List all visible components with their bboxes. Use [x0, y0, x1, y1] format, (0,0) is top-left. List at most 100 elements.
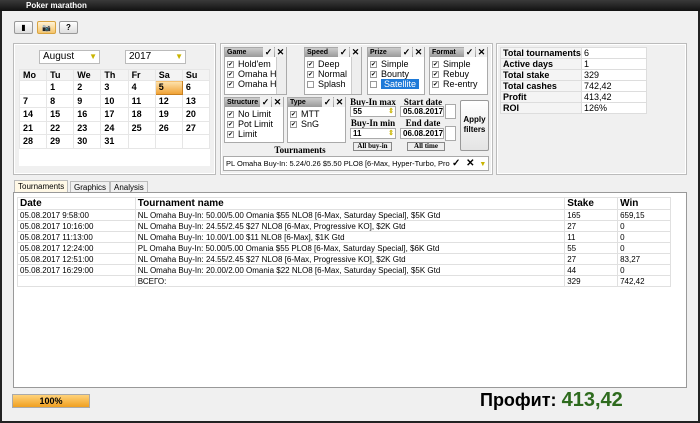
calendar-day[interactable]: 1 [46, 80, 75, 95]
calendar-day[interactable]: 28 [18, 134, 48, 149]
calendar-day[interactable]: 22 [46, 120, 75, 135]
buyin-min-input[interactable]: 11 ⇕ [350, 128, 396, 139]
checkbox[interactable] [307, 81, 314, 89]
checkbox[interactable]: ✔ [227, 121, 234, 129]
checkbox[interactable]: ✔ [227, 81, 234, 89]
structure-option[interactable]: ✔ No Limit [225, 109, 283, 119]
format-option[interactable]: ✔ Rebuy [430, 69, 487, 79]
calendar-day[interactable]: 29 [46, 134, 75, 149]
calendar-day[interactable]: 9 [73, 93, 102, 108]
checkbox[interactable]: ✔ [227, 71, 234, 79]
calendar-day[interactable]: 25 [127, 120, 156, 135]
tournament-combo[interactable]: PL Omaha Buy-In: 5.24/0.26 $5.50 PLO8 [6… [223, 156, 489, 171]
select-all-icon[interactable]: ✓ [260, 97, 271, 107]
calendar-day[interactable]: 11 [127, 93, 156, 108]
column-header[interactable]: Tournament name [134, 197, 566, 210]
calendar-day[interactable]: 26 [154, 120, 183, 135]
prize-option[interactable]: Satellite [368, 79, 424, 89]
clear-all-icon[interactable]: ✕ [275, 47, 286, 57]
select-all-icon[interactable]: ✓ [263, 47, 274, 57]
month-select[interactable]: August ▼ [39, 50, 100, 64]
checkbox[interactable]: ✔ [290, 111, 297, 119]
end-date-picker[interactable] [445, 126, 456, 141]
camera-button[interactable]: 📷 [37, 21, 56, 34]
calendar-day[interactable]: 13 [181, 93, 211, 108]
checkbox[interactable]: ✔ [432, 81, 439, 89]
scrollbar[interactable] [351, 57, 361, 94]
checkbox[interactable]: ✔ [307, 71, 314, 79]
calendar-day[interactable]: 31 [100, 134, 129, 149]
checkbox[interactable]: ✔ [227, 131, 234, 139]
calendar-day[interactable]: 10 [100, 93, 129, 108]
checkbox[interactable]: ✔ [227, 61, 234, 69]
calendar-day[interactable]: 4 [127, 80, 156, 95]
chevron-down-icon[interactable]: ▼ [479, 161, 486, 168]
table-row[interactable]: 05.08.2017 12:24:00 PL Omaha Buy-In: 50.0… [17, 242, 671, 254]
calendar-day[interactable]: 2 [73, 80, 102, 95]
table-row[interactable]: 05.08.2017 9:58:00 NL Omaha Buy-In: 50.00… [17, 209, 671, 221]
format-option[interactable]: ✔ Simple [430, 59, 487, 69]
table-row[interactable]: 05.08.2017 12:51:00 NL Omaha Buy-In: 24.5… [17, 253, 671, 265]
database-button[interactable]: ▮ [14, 21, 33, 34]
select-all-icon[interactable]: ✓ [401, 47, 412, 57]
prize-option[interactable]: ✔ Simple [368, 59, 424, 69]
calendar-day[interactable]: 19 [154, 107, 183, 122]
table-row[interactable]: 05.08.2017 10:16:00 NL Omaha Buy-In: 24.5… [17, 220, 671, 232]
calendar-day[interactable]: 18 [127, 107, 156, 122]
checkbox[interactable]: ✔ [432, 71, 439, 79]
clear-all-icon[interactable]: ✕ [272, 97, 283, 107]
buyin-max-input[interactable]: 55 ⇕ [350, 106, 396, 117]
checkbox[interactable]: ✔ [370, 71, 377, 79]
help-button[interactable]: ? [59, 21, 78, 34]
table-row[interactable]: 05.08.2017 11:13:00 NL Omaha Buy-In: 10.0… [17, 231, 671, 243]
structure-option[interactable]: ✔ Limit [225, 129, 283, 139]
table-row[interactable]: ВСЕГО: 329 742,42 [17, 275, 671, 287]
select-all-icon[interactable]: ✓ [322, 97, 333, 107]
prize-option[interactable]: ✔ Bounty [368, 69, 424, 79]
calendar-day[interactable]: 3 [100, 80, 129, 95]
checkbox[interactable] [370, 81, 377, 89]
checkbox[interactable]: ✔ [307, 61, 314, 69]
checkbox[interactable]: ✔ [227, 111, 234, 119]
checkbox[interactable]: ✔ [290, 121, 297, 129]
checkbox[interactable]: ✔ [432, 61, 439, 69]
all-buyin-button[interactable]: All buy-in [353, 142, 392, 151]
calendar-day[interactable]: 24 [100, 120, 129, 135]
calendar-day[interactable]: 5 [154, 80, 183, 95]
scrollbar[interactable] [276, 57, 286, 94]
end-date-input[interactable]: 06.08.2017 [400, 128, 444, 139]
select-all-icon[interactable]: ✓ [464, 47, 475, 57]
calendar-day[interactable]: 30 [73, 134, 102, 149]
calendar-day[interactable]: 20 [181, 107, 211, 122]
all-time-button[interactable]: All time [407, 142, 445, 151]
calendar-day[interactable]: 8 [46, 93, 75, 108]
type-option[interactable]: ✔ MTT [288, 109, 345, 119]
structure-option[interactable]: ✔ Pot Limit [225, 119, 283, 129]
clear-all-icon[interactable]: ✕ [413, 47, 424, 57]
select-all-icon[interactable]: ✓ [338, 47, 349, 57]
apply-filters-button[interactable]: Apply filters [460, 100, 489, 151]
column-header[interactable]: Stake [564, 197, 619, 210]
calendar-day[interactable]: 23 [73, 120, 102, 135]
column-header[interactable]: Win [617, 197, 671, 210]
calendar-day[interactable]: 12 [154, 93, 183, 108]
year-select[interactable]: 2017 ▼ [125, 50, 186, 64]
clear-all-icon[interactable]: ✕ [350, 47, 361, 57]
type-option[interactable]: ✔ SnG [288, 119, 345, 129]
start-date-input[interactable]: 05.08.2017 [400, 106, 444, 117]
column-header[interactable]: Date [17, 197, 136, 210]
confirm-icon[interactable]: ✓ [452, 158, 460, 169]
checkbox[interactable]: ✔ [370, 61, 377, 69]
clear-all-icon[interactable]: ✕ [334, 97, 345, 107]
calendar-day[interactable]: 14 [18, 107, 48, 122]
calendar-day[interactable]: 6 [181, 80, 211, 95]
calendar-day[interactable]: 17 [100, 107, 129, 122]
calendar-day[interactable]: 16 [73, 107, 102, 122]
start-date-picker[interactable] [445, 104, 456, 119]
calendar-day[interactable]: 27 [181, 120, 211, 135]
clear-all-icon[interactable]: ✕ [476, 47, 487, 57]
clear-icon[interactable]: ✕ [466, 158, 474, 169]
table-row[interactable]: 05.08.2017 16:29:00 NL Omaha Buy-In: 20.0… [17, 264, 671, 276]
calendar-day[interactable]: 21 [18, 120, 48, 135]
format-option[interactable]: ✔ Re-entry [430, 79, 487, 89]
